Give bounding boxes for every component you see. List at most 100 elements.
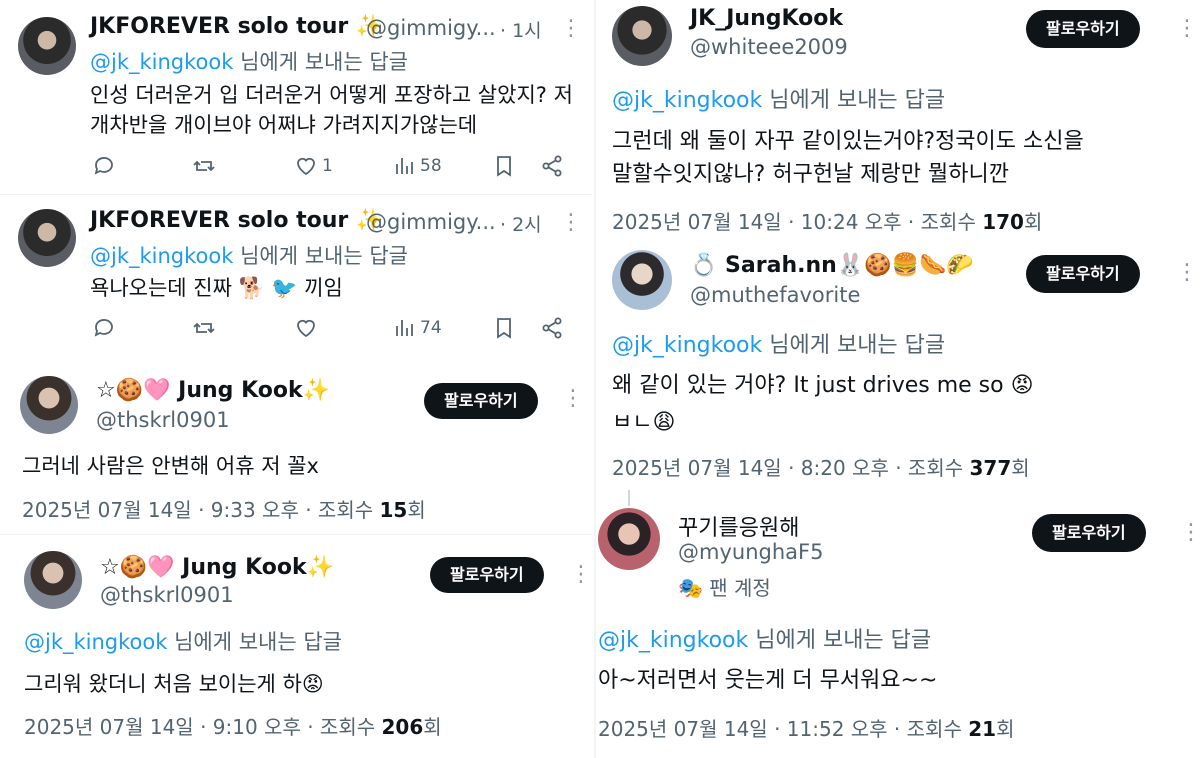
- view-count: 21: [968, 717, 997, 741]
- view-count: 58: [420, 156, 442, 176]
- bookmark-icon: [497, 318, 511, 339]
- fan-account-badge: 🎭 팬 계정: [678, 576, 771, 600]
- like-count: 1: [322, 156, 333, 176]
- share-button[interactable]: [540, 316, 564, 340]
- share-icon: [542, 317, 562, 339]
- follow-button[interactable]: 팔로우하기: [1026, 10, 1140, 48]
- retweet-icon: [193, 160, 215, 172]
- more-dots-icon[interactable]: ⋮: [1176, 18, 1198, 40]
- author-name[interactable]: ☆🍪🩷 Jung Kook✨: [96, 378, 330, 403]
- tweet-meta: 2025년 07월 14일 · 9:10 오후 · 조회수 206회: [24, 711, 442, 740]
- views-suffix: 회: [996, 717, 1015, 741]
- avatar[interactable]: [598, 508, 660, 570]
- tweet-text: 그리워 왔더니 처음 보이는게 하😡: [24, 672, 324, 696]
- like-button[interactable]: 1: [294, 154, 333, 178]
- like-button[interactable]: [294, 316, 318, 340]
- author-handle[interactable]: @gimmigy...: [366, 210, 496, 234]
- view-count: 74: [420, 318, 442, 338]
- tweet-text: 그러네 사람은 안변해 어휴 저 꼴x: [22, 454, 319, 478]
- reply-suffix: 님에게 보내는 답글: [769, 333, 946, 358]
- follow-button[interactable]: 팔로우하기: [424, 383, 538, 419]
- mention-link[interactable]: @jk_kingkook: [24, 630, 167, 654]
- more-dots-icon[interactable]: ⋮: [570, 564, 592, 586]
- views-button[interactable]: 74: [392, 316, 442, 340]
- share-button[interactable]: [540, 154, 564, 178]
- tweet-time: · 2시: [500, 214, 542, 236]
- views-icon: [396, 320, 413, 336]
- avatar[interactable]: [20, 376, 78, 434]
- mention-link[interactable]: @jk_kingkook: [598, 628, 748, 653]
- reply-context: @jk_kingkook 님에게 보내는 답글: [24, 626, 342, 656]
- tweet-time: · 1시: [500, 20, 542, 42]
- avatar[interactable]: [612, 250, 672, 310]
- follow-button[interactable]: 팔로우하기: [1026, 255, 1140, 293]
- avatar[interactable]: [24, 551, 82, 609]
- retweet-button[interactable]: [192, 154, 216, 178]
- mention-link[interactable]: @jk_kingkook: [90, 50, 233, 74]
- reply-icon: [94, 319, 113, 337]
- avatar[interactable]: [612, 6, 672, 66]
- tweet-date-views-label: 2025년 07월 14일 · 9:10 오후 · 조회수: [24, 715, 376, 739]
- author-handle[interactable]: @myunghaF5: [678, 540, 823, 564]
- author-handle[interactable]: @thskrl0901: [100, 583, 234, 607]
- reply-suffix: 님에게 보내는 답글: [240, 244, 409, 268]
- divider: [0, 194, 592, 195]
- thread-connector: [628, 490, 630, 506]
- tweet-date-views-label: 2025년 07월 14일 · 10:24 오후 · 조회수: [612, 210, 976, 234]
- reply-context: @jk_kingkook 님에게 보내는 답글: [90, 46, 408, 76]
- views-suffix: 회: [423, 715, 442, 739]
- more-dots-icon[interactable]: ⋮: [1180, 522, 1200, 544]
- author-name[interactable]: JKFOREVER solo tour ✨: [90, 14, 383, 39]
- mention-link[interactable]: @jk_kingkook: [90, 244, 233, 268]
- retweet-icon: [193, 322, 215, 334]
- follow-button[interactable]: 팔로우하기: [1032, 514, 1146, 552]
- mention-link[interactable]: @jk_kingkook: [612, 333, 762, 358]
- reply-suffix: 님에게 보내는 답글: [174, 630, 343, 654]
- views-suffix: 회: [1023, 210, 1043, 234]
- more-dots-icon[interactable]: ⋮: [560, 212, 582, 234]
- tweet-date-views-label: 2025년 07월 14일 · 11:52 오후 · 조회수: [598, 717, 962, 741]
- author-name[interactable]: JKFOREVER solo tour ✨: [90, 208, 383, 233]
- retweet-button[interactable]: [192, 316, 216, 340]
- tweet-meta: 2025년 07월 14일 · 10:24 오후 · 조회수 170회: [612, 206, 1042, 235]
- more-dots-icon[interactable]: ⋮: [562, 388, 584, 410]
- bookmark-icon: [497, 156, 511, 177]
- reply-button[interactable]: [92, 316, 116, 340]
- tweet-text-line-1: 인성 더러운거 입 더러운거 어떻게 포장하고 살았지? 저: [90, 83, 573, 107]
- author-name[interactable]: JK_JungKook: [690, 6, 843, 31]
- author-handle[interactable]: @thskrl0901: [96, 408, 230, 432]
- column-separator: [594, 0, 596, 758]
- view-count: 377: [969, 456, 1012, 480]
- bookmark-button[interactable]: [492, 316, 516, 340]
- more-dots-icon[interactable]: ⋮: [560, 18, 582, 40]
- avatar[interactable]: [18, 17, 76, 75]
- views-icon: [396, 158, 413, 174]
- author-name[interactable]: 💍 Sarah.nn🐰🍪🍔🌭🌮: [690, 253, 974, 278]
- view-count: 206: [381, 715, 424, 739]
- tweet-text-line-1: 아~저러면서 웃는게 더 무서워요~~: [598, 668, 938, 693]
- tweet-text-line-1: 욕나오는데 진짜 🐕 🐦 끼임: [90, 276, 343, 300]
- reply-context: @jk_kingkook 님에게 보내는 답글: [612, 82, 945, 114]
- bookmark-button[interactable]: [492, 154, 516, 178]
- follow-button[interactable]: 팔로우하기: [430, 557, 544, 593]
- reply-context: @jk_kingkook 님에게 보내는 답글: [90, 240, 408, 270]
- author-name[interactable]: ☆🍪🩷 Jung Kook✨: [100, 555, 334, 580]
- reply-button[interactable]: [92, 154, 116, 178]
- views-suffix: 회: [407, 498, 426, 522]
- author-name[interactable]: 꾸기를응원해: [678, 510, 799, 542]
- more-dots-icon[interactable]: ⋮: [1176, 262, 1198, 284]
- author-handle[interactable]: @muthefavorite: [690, 283, 860, 307]
- heart-icon: [297, 319, 315, 338]
- reply-suffix: 님에게 보내는 답글: [769, 88, 946, 113]
- tweet-text-line-1: 왜 같이 있는 거야? It just drives me so 😡: [612, 373, 1034, 398]
- author-handle[interactable]: @whiteee2009: [690, 35, 848, 59]
- views-suffix: 회: [1011, 456, 1030, 480]
- avatar[interactable]: [18, 209, 76, 267]
- views-button[interactable]: 58: [392, 154, 442, 178]
- mention-link[interactable]: @jk_kingkook: [612, 88, 762, 113]
- tweet-meta: 2025년 07월 14일 · 11:52 오후 · 조회수 21회: [598, 713, 1014, 742]
- author-handle[interactable]: @gimmigy...: [366, 16, 496, 40]
- tweet-meta: 2025년 07월 14일 · 9:33 오후 · 조회수 15회: [22, 494, 426, 523]
- share-icon: [542, 155, 562, 177]
- tweet-date-views-label: 2025년 07월 14일 · 8:20 오후 · 조회수: [612, 456, 964, 480]
